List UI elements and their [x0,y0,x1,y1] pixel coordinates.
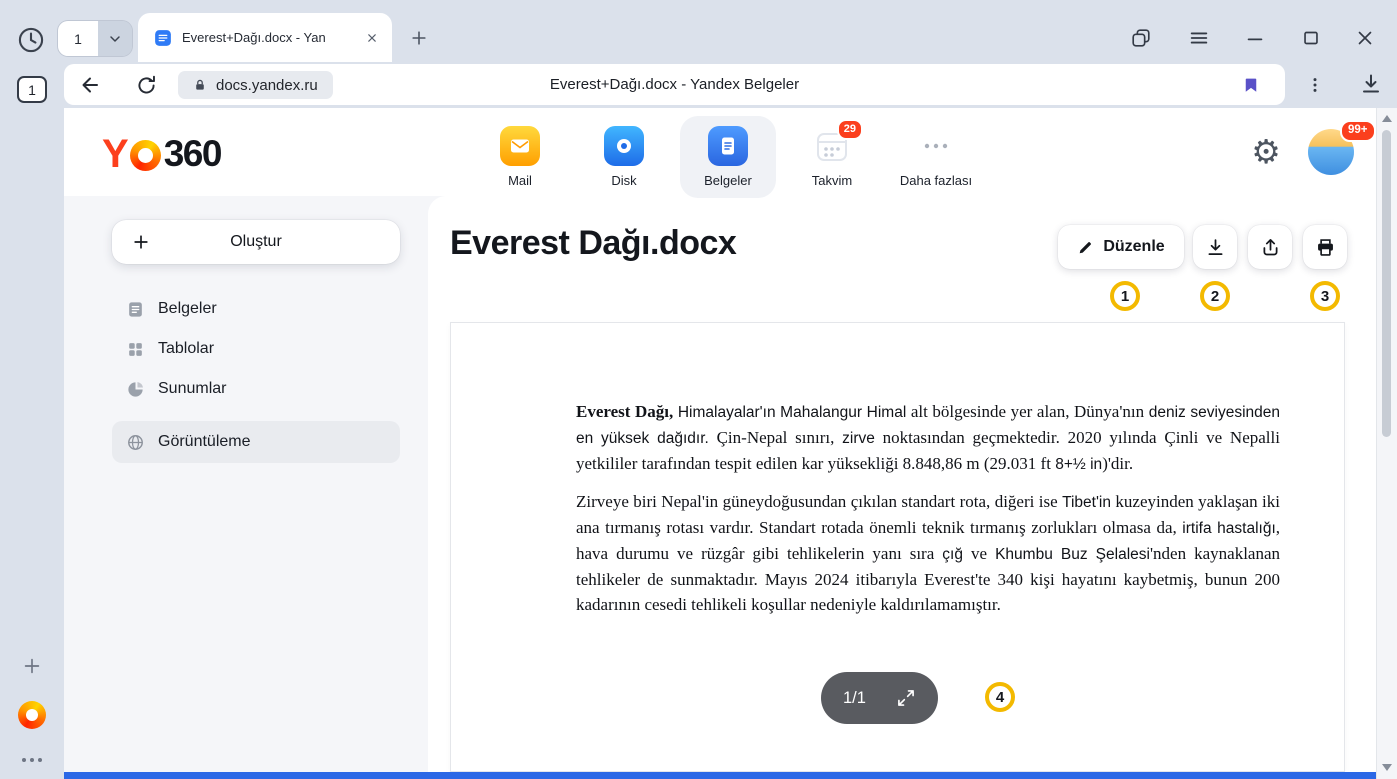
browser-tab[interactable]: Everest+Dağı.docx - Yan [138,13,392,62]
globe-icon [126,433,145,452]
downloads-icon[interactable] [1358,71,1384,97]
more-options-icon[interactable] [18,752,46,768]
address-row: docs.yandex.ru Everest+Dağı.docx - Yande… [64,62,1397,108]
tab-title: Everest+Dağı.docx - Yan [182,30,360,45]
document-paragraphs: Everest Dağı, Himalayalar'ın Mahalangur … [451,323,1344,617]
nav-item-disk[interactable]: Disk [576,116,672,198]
edit-button[interactable]: Düzenle [1058,225,1184,269]
sidebar-item-sunumlar[interactable]: Sunumlar [112,370,400,408]
sidebar-add-icon[interactable] [20,654,44,678]
nav-item-mail[interactable]: Mail [472,116,568,198]
share-button[interactable] [1248,225,1292,269]
scrollbar-thumb[interactable] [1382,130,1391,437]
bottom-blue-bar [64,772,1376,779]
chevron-down-icon[interactable] [98,21,132,56]
sidebar-item-belgeler[interactable]: Belgeler [112,290,400,328]
scroll-down-icon[interactable] [1382,764,1392,771]
calendar-badge: 29 [837,119,863,140]
bookmark-icon[interactable] [1241,74,1261,96]
close-window-button[interactable] [1352,25,1378,51]
reload-icon[interactable] [134,73,158,97]
page-scrollbar[interactable] [1376,108,1397,779]
menu-icon[interactable] [1186,25,1212,51]
share-icon [1260,237,1281,258]
printer-icon [1315,237,1336,258]
tab-close-icon[interactable] [360,26,384,50]
logo-360: 360 [164,133,221,175]
url-text: docs.yandex.ru [216,77,318,94]
print-button[interactable] [1303,225,1347,269]
mail-icon [500,126,540,166]
table-icon [126,340,145,359]
side-panel-tab-indicator[interactable]: 1 [17,76,47,103]
yandex-360-logo[interactable]: Y 360 [102,132,221,176]
documents-icon [708,126,748,166]
plus-icon [130,231,152,253]
download-icon [1205,237,1226,258]
services-nav: Mail Disk Belgeler 29 Takvim [472,116,984,198]
callout-3: 3 [1310,281,1340,311]
url-chip[interactable]: docs.yandex.ru [178,71,333,99]
page-title: Everest Dağı.docx [450,224,736,263]
yandex-docs-page: Y 360 Mail Disk Belgeler [64,108,1376,772]
settings-gear-icon[interactable]: ⚙ [1248,134,1284,170]
maximize-button[interactable] [1298,25,1324,51]
tab-group-control[interactable]: 1 [58,21,132,56]
document-paragraph: Everest Dağı, Himalayalar'ın Mahalangur … [576,399,1280,477]
kebab-menu-icon[interactable] [1304,72,1326,98]
sidebar-item-tablolar[interactable]: Tablolar [112,330,400,368]
callout-1: 1 [1110,281,1140,311]
download-button[interactable] [1193,225,1237,269]
logo-y: Y [102,132,128,177]
scroll-up-icon[interactable] [1382,115,1392,122]
create-button[interactable]: Oluştur [112,220,400,264]
disk-icon [604,126,644,166]
tab-counter[interactable]: 1 [58,21,98,56]
notifications-badge: 99+ [1340,120,1376,142]
nav-item-takvim[interactable]: 29 Takvim [784,116,880,198]
new-tab-button[interactable] [404,23,434,53]
callout-2: 2 [1200,281,1230,311]
browser-side-strip: 1 [0,62,64,779]
history-clock-icon[interactable] [16,25,46,55]
tab-strip: 1 Everest+Dağı.docx - Yan [0,0,1397,62]
sidebar-item-goruntuleme[interactable]: Görüntüleme [112,421,400,463]
callout-4: 4 [985,682,1015,712]
address-bar[interactable]: docs.yandex.ru Everest+Dağı.docx - Yande… [64,64,1285,105]
tabs-panel-icon[interactable] [1128,25,1154,51]
page-indicator-pill: 1/1 [821,672,938,724]
document-icon [126,300,145,319]
document-favicon-icon [154,29,172,47]
yandex-logo-icon[interactable] [18,701,46,729]
pie-chart-icon [126,380,145,399]
document-paragraph: Zirveye biri Nepal'in güneydoğusundan çı… [576,489,1280,617]
more-dots-icon [914,124,958,168]
nav-item-belgeler[interactable]: Belgeler [680,116,776,198]
minimize-button[interactable] [1242,25,1268,51]
fullscreen-icon[interactable] [896,688,916,708]
logo-o-ring-icon [130,140,161,171]
nav-item-more[interactable]: Daha fazlası [888,116,984,198]
lock-icon [193,77,207,93]
page-indicator: 1/1 [843,689,866,708]
back-icon[interactable] [78,73,102,97]
pencil-icon [1077,239,1094,256]
